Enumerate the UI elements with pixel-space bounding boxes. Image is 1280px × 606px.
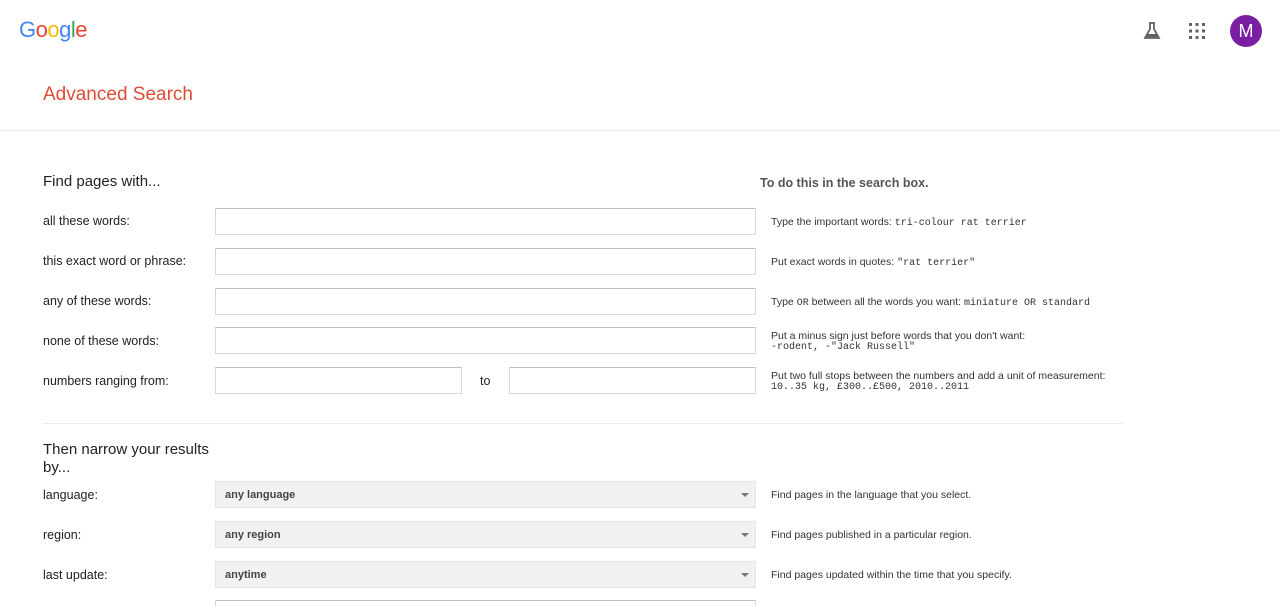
dropdown-arrow-icon bbox=[741, 493, 749, 497]
page-title-bar: Advanced Search bbox=[0, 62, 1280, 131]
language-select[interactable]: any language bbox=[215, 481, 756, 508]
none-words-label: none of these words: bbox=[43, 334, 160, 348]
any-words-label: any of these words: bbox=[43, 294, 152, 308]
any-words-hint: Type OR between all the words you want: … bbox=[771, 296, 1090, 310]
language-label: language: bbox=[43, 488, 98, 502]
range-from-input[interactable] bbox=[215, 367, 462, 394]
logo-letter: G bbox=[19, 17, 36, 42]
logo-letter: g bbox=[59, 17, 71, 42]
dropdown-arrow-icon bbox=[741, 533, 749, 537]
dropdown-arrow-icon bbox=[741, 573, 749, 577]
hint-example: tri-colour rat terrier bbox=[894, 218, 1027, 229]
top-icons: M bbox=[1123, 15, 1262, 47]
all-words-label: all these words: bbox=[43, 214, 130, 228]
site-domain-input[interactable] bbox=[215, 600, 756, 606]
hint-text: Type the important words: bbox=[771, 216, 895, 228]
logo-letter: o bbox=[47, 17, 60, 42]
any-words-input[interactable] bbox=[215, 288, 756, 315]
labs-flask-icon[interactable] bbox=[1136, 15, 1168, 47]
last-update-select[interactable]: anytime bbox=[215, 561, 756, 588]
section-divider bbox=[43, 423, 1123, 424]
numbers-range-hint: Put two full stops between the numbers a… bbox=[771, 370, 1105, 394]
last-update-label: last update: bbox=[43, 568, 108, 582]
exact-phrase-label: this exact word or phrase: bbox=[43, 254, 187, 268]
range-to-input[interactable] bbox=[509, 367, 756, 394]
google-logo[interactable]: Google bbox=[19, 17, 88, 43]
hint-example: -rodent, -"Jack Russell" bbox=[771, 342, 916, 353]
region-selected-value: any region bbox=[225, 528, 281, 541]
last-update-selected-value: anytime bbox=[225, 568, 267, 581]
avatar[interactable]: M bbox=[1230, 15, 1262, 47]
hint-text-2: between all the words you want: bbox=[808, 296, 964, 308]
hint-example: "rat terrier" bbox=[897, 258, 976, 269]
hint-text: Put a minus sign just before words that … bbox=[771, 330, 1026, 342]
language-hint: Find pages in the language that you sele… bbox=[771, 489, 972, 501]
all-words-hint: Type the important words: tri-colour rat… bbox=[771, 216, 1027, 230]
find-section-heading: Find pages with... bbox=[43, 173, 161, 190]
all-words-input[interactable] bbox=[215, 208, 756, 235]
hint-heading: To do this in the search box. bbox=[760, 176, 929, 190]
hint-text: Put two full stops between the numbers a… bbox=[771, 370, 1106, 382]
region-hint: Find pages published in a particular reg… bbox=[771, 529, 972, 541]
hint-text: Type bbox=[771, 296, 797, 308]
apps-grid-icon[interactable] bbox=[1181, 15, 1213, 47]
logo-letter: e bbox=[75, 17, 88, 42]
top-bar: Google M bbox=[0, 0, 1280, 62]
hint-text: Put exact words in quotes: bbox=[771, 256, 898, 268]
none-words-input[interactable] bbox=[215, 327, 756, 354]
exact-phrase-hint: Put exact words in quotes: "rat terrier" bbox=[771, 256, 975, 270]
region-select[interactable]: any region bbox=[215, 521, 756, 548]
last-update-hint: Find pages updated within the time that … bbox=[771, 569, 1012, 581]
range-to-label: to bbox=[480, 374, 491, 388]
logo-letter: o bbox=[35, 17, 48, 42]
region-label: region: bbox=[43, 528, 82, 542]
none-words-hint: Put a minus sign just before words that … bbox=[771, 330, 1025, 354]
hint-example: 10..35 kg, £300..£500, 2010..2011 bbox=[771, 382, 970, 393]
narrow-section-heading: Then narrow your results by... bbox=[43, 441, 209, 476]
numbers-range-label: numbers ranging from: bbox=[43, 374, 169, 388]
exact-phrase-input[interactable] bbox=[215, 248, 756, 275]
language-selected-value: any language bbox=[225, 488, 296, 501]
hint-example: miniature OR standard bbox=[963, 298, 1090, 309]
hint-or-keyword: OR bbox=[796, 298, 809, 309]
page-title: Advanced Search bbox=[43, 84, 193, 105]
